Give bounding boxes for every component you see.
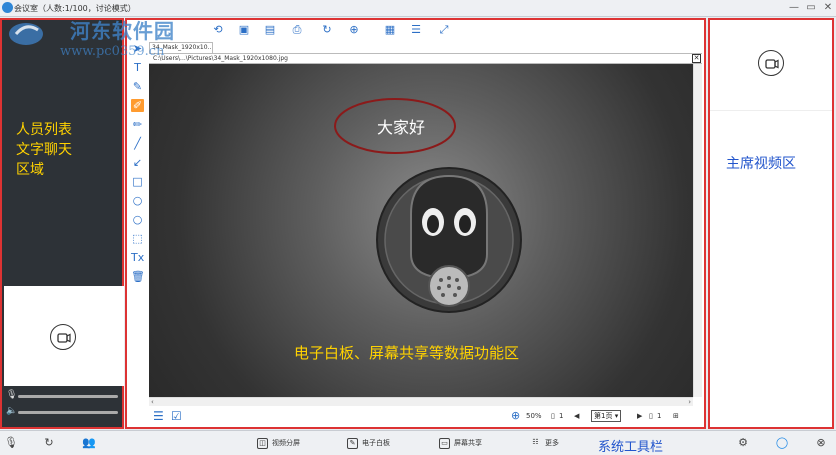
highlighter-icon[interactable]: ✎ (131, 80, 144, 93)
users-icon[interactable]: 👥 (82, 436, 96, 450)
page-last-icon[interactable]: ▯ (649, 412, 653, 420)
chair-video-label: 主席视频区 (726, 156, 796, 172)
rectangle-tool-icon[interactable]: □ (131, 175, 144, 188)
page-select-value: 第1页 (594, 412, 613, 420)
microphone-icon: 🎙 (6, 390, 18, 400)
file-path-bar: C:\Users\...\Pictures\34_Mask_1920x1080.… (149, 53, 702, 64)
scroll-left-icon[interactable]: ‹ (151, 398, 154, 406)
page-select[interactable]: 第1页 ▾ (591, 410, 622, 422)
system-toolbar: 🎙 ↻ 👥 ◫ 视频分屏 ✎ 电子白板 ▭ 屏幕共享 ☷ 更多 系统工具栏 ⚙ ◯ ⊗ (0, 430, 836, 455)
data-area-label: 电子白板、屏幕共享等数据功能区 (294, 344, 520, 362)
video-camera-icon[interactable] (50, 324, 76, 350)
horizontal-scrollbar[interactable]: ‹ › (149, 397, 693, 406)
clear-format-icon[interactable]: Tx (131, 251, 144, 264)
watermark-logo-icon (9, 23, 43, 45)
zoom-in-icon[interactable]: ⊕ (511, 409, 520, 422)
text-tool-icon[interactable]: T (131, 61, 144, 74)
pen-tool-icon[interactable]: ✐ (131, 99, 144, 112)
record-icon[interactable]: ◯ (775, 436, 789, 450)
circle-tool-icon[interactable]: ○ (131, 213, 144, 226)
whiteboard-status-bar: ☰ ☑ ⊕ 50% ▯ 1 ◀ 第1页 ▾ ▶ ▯ 1 ⊞ (127, 407, 704, 427)
close-document-icon[interactable]: ✕ (692, 54, 701, 63)
speaker-icon: 🔈 (6, 406, 18, 416)
label-line-1: 人员列表 (16, 122, 72, 138)
label-line-2: 文字聊天 (16, 142, 72, 158)
close-button[interactable]: ✕ (820, 0, 836, 16)
whiteboard-icon: ✎ (347, 437, 358, 449)
next-page-icon[interactable]: ▶ (637, 412, 642, 420)
page-count-right: 1 (657, 412, 662, 420)
menu-icon[interactable]: ☰ (153, 409, 164, 423)
marker-icon[interactable]: ✏ (131, 118, 144, 131)
refresh-icon[interactable]: ↻ (42, 436, 56, 450)
page-first-icon[interactable]: ▯ (551, 412, 555, 420)
checklist-icon[interactable]: ☑ (171, 409, 182, 423)
whiteboard-button[interactable]: ✎ 电子白板 (347, 435, 390, 451)
more-button[interactable]: ☷ 更多 (530, 435, 559, 451)
previous-page-icon[interactable]: ◀ (574, 412, 579, 420)
chair-video-area[interactable] (710, 20, 832, 110)
zoom-level: 50% (526, 412, 542, 420)
file-path: C:\Users\...\Pictures\34_Mask_1920x1080.… (153, 55, 288, 62)
greeting-text: 大家好 (377, 118, 426, 137)
add-page-icon[interactable]: ⊞ (673, 412, 679, 420)
whiteboard-canvas[interactable]: 大家好 电子白板、屏幕共享等数据功能区 (149, 64, 693, 397)
microphone-slider[interactable] (18, 395, 118, 398)
settings-icon[interactable]: ⚙ (736, 436, 750, 450)
exit-icon[interactable]: ⊗ (814, 436, 828, 450)
system-toolbar-label: 系统工具栏 (598, 440, 664, 455)
save-icon[interactable]: ▣ (237, 23, 251, 37)
line-tool-icon[interactable]: ╱ (131, 137, 144, 150)
grid-view-icon[interactable]: ▦ (383, 23, 397, 37)
speaker-slider[interactable] (18, 411, 118, 414)
print-icon[interactable]: ⎙ (290, 23, 304, 37)
watermark-name: 河东软件园 (70, 19, 175, 43)
whiteboard-label: 电子白板 (362, 439, 390, 447)
screen-share-button[interactable]: ▭ 屏幕共享 (439, 435, 482, 451)
save-as-icon[interactable]: ▤ (263, 23, 277, 37)
microphone-icon[interactable]: 🎙 (4, 436, 18, 450)
list-view-icon[interactable]: ☰ (409, 23, 423, 37)
watermark-url: www.pc0359.cn (60, 44, 165, 59)
self-video-area[interactable] (4, 286, 124, 386)
video-split-button[interactable]: ◫ 视频分屏 (257, 435, 300, 451)
participants-chat-panel: 人员列表 文字聊天 区域 🎙 🔈 (0, 18, 124, 429)
minimize-button[interactable]: — (786, 0, 802, 16)
arrow-tool-icon[interactable]: ↙ (131, 156, 144, 169)
previous-icon[interactable]: ⟲ (211, 23, 225, 37)
split-screen-icon: ◫ (257, 437, 268, 449)
screen-share-icon: ▭ (439, 437, 450, 449)
trash-icon[interactable]: 🗑 (131, 270, 145, 283)
screen-share-label: 屏幕共享 (454, 439, 482, 447)
app-logo-icon (2, 2, 13, 13)
restore-button[interactable]: ▭ (803, 0, 819, 16)
more-label: 更多 (545, 439, 559, 447)
video-camera-icon[interactable] (758, 50, 784, 76)
window-title: 会议室（人数:1/100，讨论模式） (14, 4, 136, 13)
video-split-label: 视频分屏 (272, 439, 300, 447)
microphone-volume[interactable]: 🎙 (5, 390, 123, 402)
zoom-dropdown-icon[interactable]: ⊕ (347, 23, 361, 37)
label-line-3: 区域 (16, 162, 44, 178)
conference-window: 会议室（人数:1/100，讨论模式） — ▭ ✕ 人员列表 文字聊天 区域 🎙 … (0, 0, 836, 455)
fullscreen-icon[interactable]: ⤢ (437, 23, 451, 37)
rotate-icon[interactable]: ↻ (320, 23, 334, 37)
selection-box-icon[interactable]: ⬚ (131, 232, 144, 245)
participants-chat-label: 人员列表 文字聊天 区域 (16, 120, 72, 180)
page-count-left: 1 (559, 412, 564, 420)
vertical-scrollbar[interactable] (693, 64, 702, 397)
drawing-tools: ➤ T ✎ ✐ ✏ ╱ ↙ □ ○ ○ ⬚ Tx 🗑 (127, 42, 147, 283)
chair-video-panel: 主席视频区 (708, 18, 834, 429)
data-function-panel: ⟲ ▣ ▤ ⎙ ↻ ⊕ ▦ ☰ ⤢ ➤ T ✎ ✐ ✏ ╱ ↙ □ ○ ○ ⬚ … (125, 18, 706, 429)
more-icon: ☷ (532, 437, 539, 446)
whiteboard-toolbar: ⟲ ▣ ▤ ⎙ ↻ ⊕ ▦ ☰ ⤢ (127, 20, 704, 40)
speaker-volume[interactable]: 🔈 (5, 406, 123, 418)
scroll-right-icon[interactable]: › (688, 398, 691, 406)
ellipse-tool-icon[interactable]: ○ (131, 194, 144, 207)
